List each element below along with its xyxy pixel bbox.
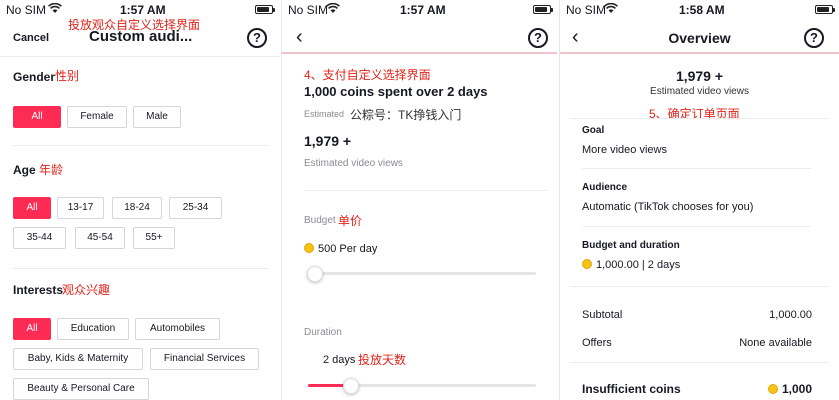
- section-divider: [582, 226, 811, 227]
- age-35-44-chip[interactable]: 35-44: [13, 227, 66, 249]
- interest-automobiles-chip[interactable]: Automobiles: [135, 318, 220, 340]
- age-all-chip[interactable]: All: [13, 197, 51, 219]
- wifi-icon: [604, 2, 618, 17]
- interests-annotation: 观众兴趣: [62, 283, 111, 297]
- budget-duration-text: 1,000.00 | 2 days: [596, 259, 681, 271]
- clock: 1:57 AM: [400, 3, 446, 17]
- budget-value-text: 500 Per day: [318, 243, 378, 255]
- views-label: Estimated video views: [650, 86, 749, 97]
- insufficient-coins-label: Insufficient coins: [582, 382, 681, 396]
- insufficient-coins-amount: 1,000: [781, 382, 812, 396]
- offers-value: None available: [739, 337, 812, 349]
- interests-title: Interests: [13, 283, 64, 297]
- interest-all-chip[interactable]: All: [13, 318, 51, 340]
- gender-all-chip[interactable]: All: [13, 106, 61, 128]
- watermark: 公粽号：TK挣钱入门: [350, 108, 462, 122]
- gender-female-chip[interactable]: Female: [67, 106, 127, 128]
- coin-icon: [304, 243, 314, 253]
- section-divider: [570, 362, 829, 363]
- status-bar: No SIM 1:58 AM: [560, 0, 839, 20]
- section-divider: [13, 268, 269, 269]
- duration-annotation: 投放天数: [358, 353, 407, 367]
- audience-value: Automatic (TikTok chooses for you): [582, 201, 754, 213]
- annotation: 5、确定订单页面: [649, 107, 740, 121]
- budget-duration-title: Budget and duration: [582, 240, 680, 251]
- header-divider: [0, 56, 279, 57]
- annotation-top: 4、支付自定义选择界面: [304, 68, 431, 82]
- section-divider: [13, 145, 269, 146]
- interest-financial-chip[interactable]: Financial Services: [150, 348, 259, 370]
- interest-beauty-chip[interactable]: Beauty & Personal Care: [13, 378, 149, 400]
- help-icon[interactable]: ?: [528, 28, 548, 48]
- wifi-icon: [48, 2, 62, 17]
- views-label: Estimated video views: [304, 158, 403, 169]
- gender-annotation: 性别: [55, 69, 80, 83]
- page-title: Overview: [668, 30, 731, 46]
- budget-value: 500 Per day: [304, 243, 377, 255]
- interest-baby-kids-chip[interactable]: Baby, Kids & Maternity: [13, 348, 143, 370]
- age-13-17-chip[interactable]: 13-17: [57, 197, 104, 219]
- offers-label: Offers: [582, 337, 612, 349]
- clock: 1:57 AM: [120, 3, 166, 17]
- page-title: Custom audi...: [89, 28, 193, 45]
- insufficient-coins-value: 1,000: [767, 382, 812, 396]
- battery-icon: [815, 5, 835, 14]
- help-icon[interactable]: ?: [247, 28, 267, 48]
- goal-title: Goal: [582, 125, 605, 136]
- carrier-label: No SIM: [288, 3, 329, 17]
- budget-slider-knob[interactable]: [306, 266, 323, 282]
- audience-title: Audience: [582, 182, 628, 193]
- section-divider: [304, 190, 547, 191]
- cancel-button[interactable]: Cancel: [13, 32, 49, 44]
- carrier-label: No SIM: [566, 3, 607, 17]
- overview-screen: No SIM 1:58 AM ‹ Overview ? 1,979 + Esti…: [559, 0, 839, 400]
- interest-education-chip[interactable]: Education: [57, 318, 129, 340]
- section-divider: [582, 168, 811, 169]
- budget-duration-value: 1,000.00 | 2 days: [582, 259, 680, 271]
- views-value: 1,979 +: [304, 133, 352, 149]
- battery-icon: [533, 5, 553, 14]
- age-55-plus-chip[interactable]: 55+: [133, 227, 175, 249]
- estimated-label-partial-end: st: [418, 109, 426, 119]
- duration-slider-knob[interactable]: [343, 378, 360, 394]
- duration-title: Duration: [304, 327, 342, 338]
- age-title: Age: [13, 163, 36, 177]
- age-18-24-chip[interactable]: 18-24: [112, 197, 162, 219]
- clock: 1:58 AM: [679, 3, 725, 17]
- progress-bar: [560, 52, 839, 54]
- status-bar: No SIM 1:57 AM: [282, 0, 557, 20]
- subtotal-value: 1,000.00: [769, 309, 812, 321]
- help-icon[interactable]: ?: [804, 28, 824, 48]
- custom-audience-screen: No SIM 1:57 AM 投放观众自定义选择界面 Cancel Custom…: [0, 0, 279, 400]
- goal-value: More video views: [582, 144, 667, 156]
- budget-annotation: 单价: [338, 214, 363, 228]
- coin-icon: [582, 259, 592, 269]
- wifi-icon: [326, 2, 340, 17]
- coin-icon: [767, 384, 778, 394]
- progress-bar: [282, 52, 557, 54]
- carrier-label: No SIM: [6, 3, 47, 17]
- gender-male-chip[interactable]: Male: [133, 106, 181, 128]
- age-45-54-chip[interactable]: 45-54: [75, 227, 125, 249]
- promote-budget-screen: No SIM 1:57 AM ‹ ? 4、支付自定义选择界面 1,000 coi…: [281, 0, 557, 400]
- duration-value: 2 days: [323, 354, 356, 366]
- section-divider: [570, 118, 829, 119]
- battery-icon: [255, 5, 275, 14]
- back-icon[interactable]: ‹: [296, 27, 303, 47]
- section-divider: [570, 286, 829, 287]
- views-value: 1,979 +: [675, 68, 724, 84]
- estimated-label-partial: Estimated: [304, 109, 345, 119]
- age-25-34-chip[interactable]: 25-34: [169, 197, 222, 219]
- budget-slider-track[interactable]: [308, 272, 536, 275]
- age-annotation: 年龄: [39, 163, 64, 177]
- subtotal-label: Subtotal: [582, 309, 623, 321]
- budget-title: Budget: [304, 215, 336, 226]
- spend-headline: 1,000 coins spent over 2 days: [304, 84, 488, 99]
- gender-title: Gender: [13, 70, 56, 84]
